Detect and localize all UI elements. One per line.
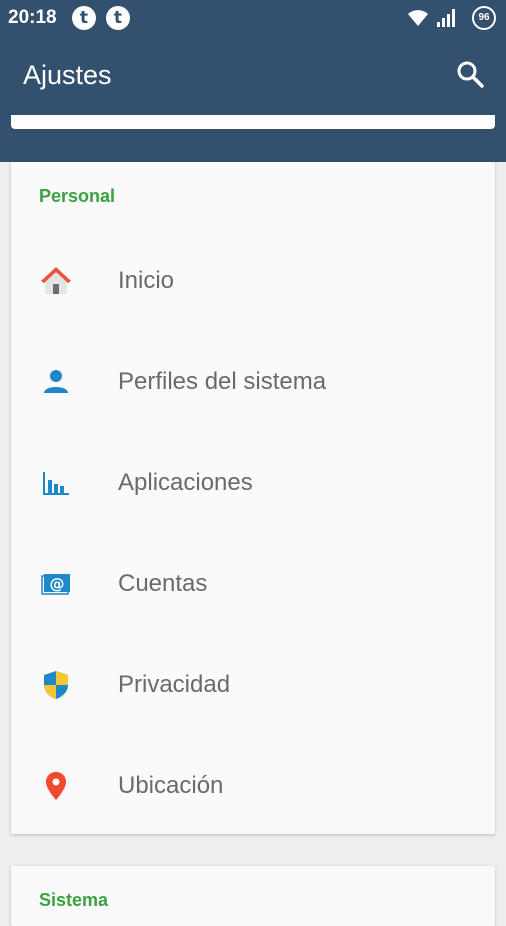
battery-icon: 96 [472, 6, 496, 30]
status-indicators: 96 [406, 6, 496, 30]
home-icon [41, 266, 71, 294]
settings-item-ubicacion[interactable]: Ubicación [11, 735, 495, 836]
page-title: Ajustes [23, 60, 112, 90]
tumblr-notification-icon: t [72, 6, 96, 30]
location-pin-icon [46, 771, 66, 800]
settings-item-perfiles[interactable]: Perfiles del sistema [11, 331, 495, 432]
settings-item-label: Privacidad [118, 670, 231, 698]
settings-item-cuentas[interactable]: @ Cuentas [11, 533, 495, 634]
search-button[interactable] [454, 58, 488, 92]
svg-text:@: @ [50, 575, 65, 593]
bar-chart-icon [43, 471, 69, 495]
status-time: 20:18 [8, 7, 57, 28]
settings-item-label: Aplicaciones [118, 468, 253, 496]
settings-item-label: Perfiles del sistema [118, 367, 327, 395]
signal-icon [437, 9, 455, 27]
settings-item-aplicaciones[interactable]: Aplicaciones [11, 432, 495, 533]
status-bar: 20:18 t t 96 [0, 0, 506, 36]
settings-item-privacidad[interactable]: Privacidad [11, 634, 495, 735]
settings-item-label: Ubicación [118, 771, 224, 799]
system-section-card: Sistema [11, 866, 495, 926]
shield-icon [44, 670, 68, 699]
section-title-sistema: Sistema [39, 890, 109, 910]
person-icon [44, 369, 68, 393]
search-bar[interactable] [11, 115, 495, 129]
tumblr-notification-icon: t [106, 6, 130, 30]
settings-item-label: Cuentas [118, 569, 208, 597]
settings-item-inicio[interactable]: Inicio [11, 230, 495, 331]
section-title-personal: Personal [39, 186, 116, 206]
personal-section-card: Personal Inicio Perfiles del sistema Apl… [11, 162, 495, 834]
at-sign-icon: @ [41, 573, 70, 595]
search-icon [457, 61, 484, 88]
wifi-icon [408, 10, 428, 26]
settings-item-label: Inicio [118, 266, 175, 294]
header: 20:18 t t 96 Ajustes [0, 0, 506, 162]
